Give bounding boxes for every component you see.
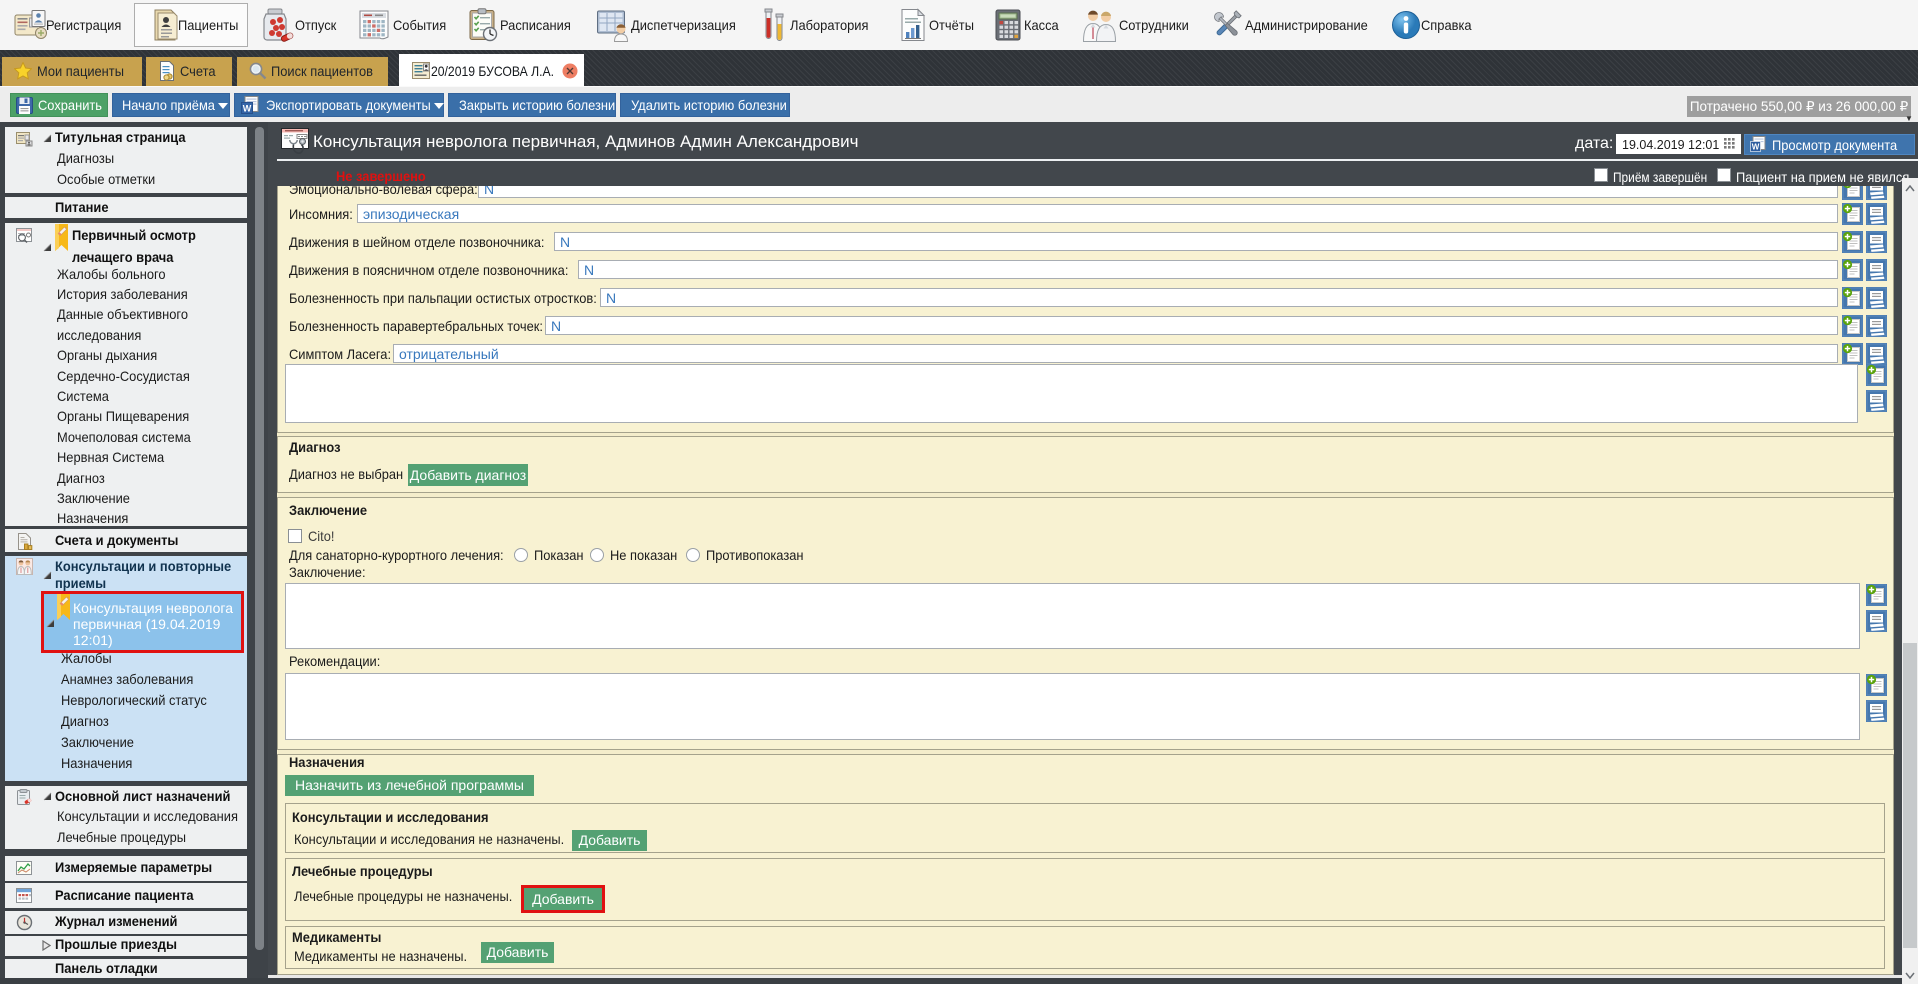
svg-text:W: W [1752, 143, 1760, 152]
svg-text:W: W [243, 104, 252, 114]
